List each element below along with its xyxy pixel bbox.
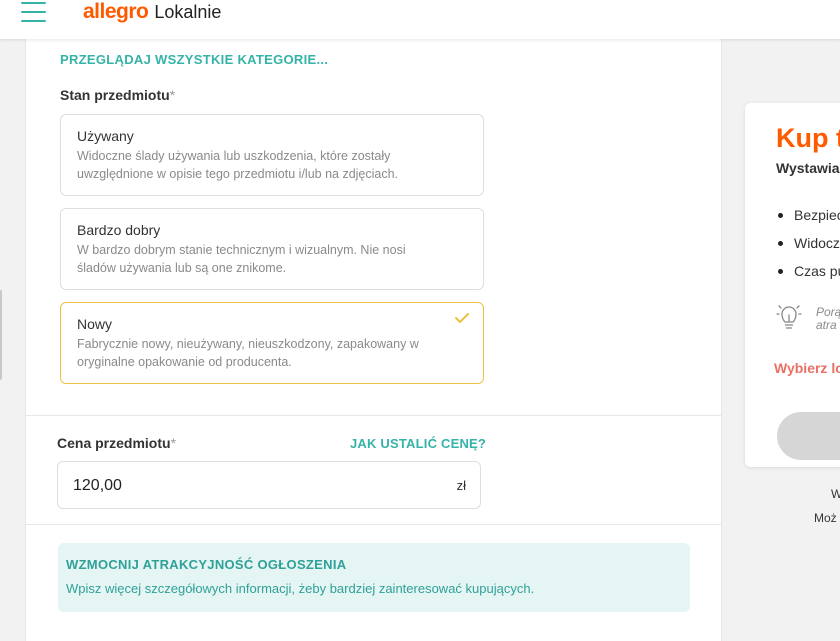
summary-bullet: Czas pu [776, 263, 840, 291]
lightbulb-icon [776, 305, 802, 329]
price-field[interactable]: zł [57, 461, 481, 509]
option-title: Bardzo dobry [77, 222, 161, 238]
option-title: Nowy [77, 316, 113, 332]
option-description: W bardzo dobrym stanie technicznym i wiz… [77, 241, 467, 277]
publish-button[interactable] [777, 412, 840, 460]
option-description-line: Fabrycznie nowy, nieużywany, nieuszkodzo… [77, 337, 419, 351]
logo-sub: Lokalnie [154, 2, 222, 22]
price-help-link[interactable]: JAK USTALIĆ CENĘ? [350, 436, 486, 451]
required-mark: * [169, 87, 176, 103]
summary-bullets: Bezpiec Widocz Czas pu [776, 207, 840, 291]
price-label: Cena przedmiotu* [57, 435, 176, 451]
tip-description: Wpisz więcej szczegółowych informacji, ż… [66, 581, 535, 596]
browse-categories-link[interactable]: PRZEGLĄDAJ WSZYSTKIE KATEGORIE... [60, 52, 328, 67]
condition-option-very-good[interactable]: Bardzo dobry W bardzo dobrym stanie tech… [60, 208, 484, 290]
summary-footer-line: Moż [814, 511, 837, 525]
price-input[interactable] [73, 475, 433, 497]
summary-title: Kup t [776, 123, 840, 153]
summary-card: Kup t Wystawia Bezpiec Widocz Czas pu Po… [745, 103, 840, 467]
top-bar: allegro Lokalnie [0, 0, 840, 39]
option-description-line: uwzględnione w opisie tego przedmiotu i/… [77, 167, 399, 181]
checkmark-icon [455, 313, 469, 323]
logo-brand: allegro [83, 0, 149, 23]
option-title: Używany [77, 128, 134, 144]
logo[interactable]: allegro Lokalnie [83, 0, 221, 26]
summary-hint: Porą atra [816, 306, 840, 332]
option-description-line: Widoczne ślady używania lub uszkodzenia,… [77, 149, 391, 163]
currency-unit: zł [456, 478, 466, 493]
tip-title: WZMOCNIJ ATRAKCYJNOŚĆ OGŁOSZENIA [66, 557, 347, 572]
option-description-line: oryginalne opakowanie od producenta. [77, 355, 292, 369]
option-description: Widoczne ślady używania lub uszkodzenia,… [77, 147, 467, 183]
condition-option-new[interactable]: Nowy Fabrycznie nowy, nieużywany, nieusz… [60, 302, 484, 384]
left-edge-panel [0, 290, 2, 380]
option-description: Fabrycznie nowy, nieużywany, nieuszkodzo… [77, 335, 467, 371]
option-description-line: śladów używania lub są one znikome. [77, 261, 287, 275]
summary-bullet: Widocz [776, 235, 840, 263]
summary-footer-line: W [831, 487, 840, 501]
hint-line: atra [816, 318, 837, 332]
section-divider [26, 524, 721, 525]
summary-bullet: Bezpiec [776, 207, 840, 235]
required-mark: * [170, 435, 177, 451]
option-description-line: W bardzo dobrym stanie technicznym i wiz… [77, 243, 406, 257]
choose-location-warning: Wybierz lo [774, 360, 840, 376]
condition-label-text: Stan przedmiotu [60, 87, 170, 103]
listing-form: PRZEGLĄDAJ WSZYSTKIE KATEGORIE... Stan p… [25, 39, 722, 641]
hamburger-menu-icon[interactable] [21, 2, 46, 22]
tip-box: WZMOCNIJ ATRAKCYJNOŚĆ OGŁOSZENIA Wpisz w… [58, 543, 690, 612]
section-divider [26, 415, 721, 416]
price-label-text: Cena przedmiotu [57, 435, 171, 451]
condition-label: Stan przedmiotu* [60, 87, 175, 103]
summary-subtitle: Wystawia [776, 160, 840, 176]
condition-option-used[interactable]: Używany Widoczne ślady używania lub uszk… [60, 114, 484, 196]
